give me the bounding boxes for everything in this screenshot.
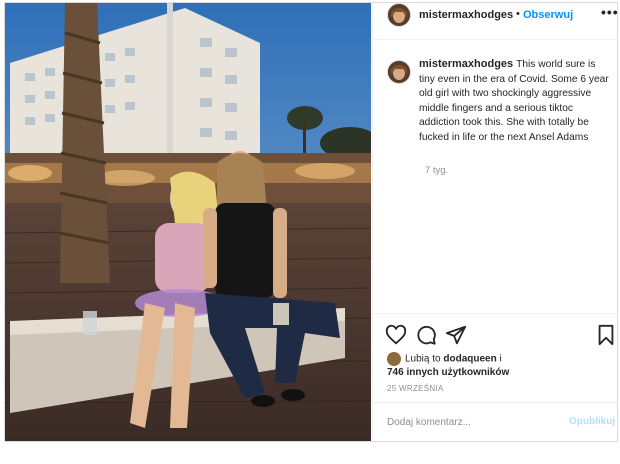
caption-username[interactable]: mistermaxhodges bbox=[419, 58, 513, 70]
post-header: mistermaxhodges • Obserwuj ••• bbox=[373, 3, 618, 40]
photo-image bbox=[5, 3, 371, 441]
liker-avatar[interactable] bbox=[387, 352, 401, 366]
post-actions: Lubią to dodaqueen i 746 innych użytkown… bbox=[373, 313, 618, 464]
post-date[interactable]: 25 WRZEŚNIA bbox=[387, 384, 444, 393]
likes-conj: i bbox=[499, 353, 502, 365]
post-photo[interactable] bbox=[5, 3, 371, 441]
bookmark-icon[interactable] bbox=[595, 324, 617, 346]
liker-username[interactable]: dodaqueen bbox=[443, 354, 496, 365]
avatar-image bbox=[388, 61, 410, 83]
avatar-image bbox=[388, 4, 410, 26]
comment-input[interactable] bbox=[387, 417, 547, 428]
header-username[interactable]: mistermaxhodges bbox=[419, 9, 513, 21]
share-icon[interactable] bbox=[445, 324, 467, 346]
heart-icon[interactable] bbox=[385, 324, 407, 346]
likes-prefix: Lubią to bbox=[405, 353, 441, 365]
instagram-post: mistermaxhodges • Obserwuj ••• mistermax… bbox=[4, 2, 618, 442]
post-sidebar: mistermaxhodges • Obserwuj ••• mistermax… bbox=[372, 3, 618, 441]
post-caption: mistermaxhodges This world sure is tiny e… bbox=[419, 57, 611, 145]
comment-box: Opublikuj bbox=[373, 402, 618, 443]
more-icon[interactable]: ••• bbox=[601, 4, 619, 20]
likes-count[interactable]: 746 innych użytkowników bbox=[387, 367, 509, 378]
avatar[interactable] bbox=[387, 3, 411, 27]
caption-avatar[interactable] bbox=[387, 60, 411, 84]
publish-button[interactable]: Opublikuj bbox=[569, 416, 615, 427]
comment-icon[interactable] bbox=[415, 324, 437, 346]
caption-text: This world sure is tiny even in the era … bbox=[419, 59, 609, 143]
follow-button[interactable]: Obserwuj bbox=[523, 9, 573, 21]
post-time-ago: 7 tyg. bbox=[425, 165, 449, 176]
separator-dot: • bbox=[516, 8, 520, 20]
likes-summary: Lubią to dodaqueen i 746 innych użytkown… bbox=[387, 352, 509, 379]
